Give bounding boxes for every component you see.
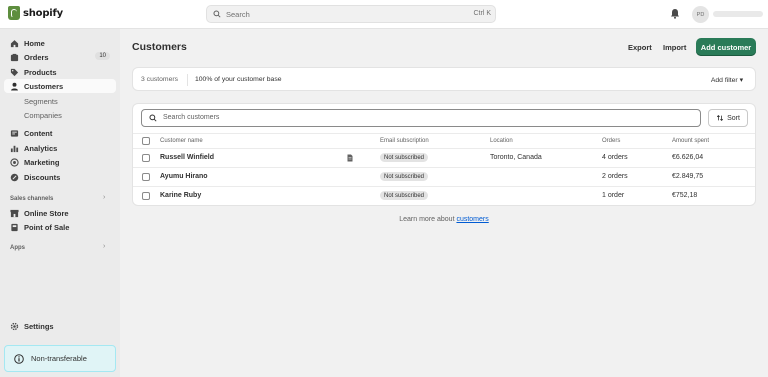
orders-icon	[10, 53, 19, 61]
apps-heading: Apps	[10, 245, 25, 251]
row-checkbox[interactable]	[142, 173, 150, 181]
sidebar-item-settings[interactable]: Settings	[4, 319, 116, 333]
customer-name[interactable]: Russell Winfield	[160, 154, 214, 161]
gear-icon	[10, 322, 19, 330]
bell-icon[interactable]	[670, 8, 680, 19]
sidebar-item-label: Marketing	[24, 157, 60, 167]
home-icon	[10, 39, 19, 47]
global-search-input[interactable]: Search Ctrl K	[206, 5, 496, 23]
table-row[interactable]: Russell Winfield Not subscribed Toronto,…	[133, 149, 755, 168]
import-button[interactable]: Import	[663, 43, 686, 52]
search-shortcut: Ctrl K	[473, 10, 492, 17]
discount-icon	[10, 173, 19, 181]
search-icon	[213, 10, 221, 18]
add-filter-label: Add filter	[710, 77, 738, 84]
sidebar-item-companies[interactable]: Companies	[24, 111, 62, 120]
chart-icon	[10, 145, 19, 152]
sidebar-item-analytics[interactable]: Analytics	[4, 141, 116, 155]
row-checkbox[interactable]	[142, 154, 150, 162]
learn-more-text: Learn more about customers	[0, 216, 768, 223]
table-row[interactable]: Karine Ruby Not subscribed 1 order €752,…	[133, 187, 755, 205]
customer-orders: 1 order	[602, 192, 625, 199]
pos-icon	[11, 223, 18, 231]
add-customer-button[interactable]: Add customer	[696, 38, 756, 56]
shopify-logo[interactable]: shopify	[8, 6, 63, 20]
logo-text: shopify	[23, 7, 63, 19]
customer-amount-spent: €752,18	[672, 192, 698, 199]
column-header[interactable]: Orders	[602, 138, 620, 144]
shopify-bag-icon	[8, 6, 20, 20]
tag-icon	[10, 68, 19, 76]
divider	[187, 74, 188, 86]
orders-count-badge: 10	[95, 52, 110, 60]
non-transferable-banner[interactable]: Non-transferable	[4, 345, 116, 372]
sidebar-item-products[interactable]: Products	[4, 65, 116, 79]
page-title: Customers	[132, 41, 187, 53]
sidebar-item-label: Settings	[24, 321, 54, 331]
customer-location: Toronto, Canada	[490, 154, 542, 161]
column-header[interactable]: Location	[490, 138, 513, 144]
info-icon	[14, 353, 24, 364]
learn-more-link[interactable]: customers	[456, 216, 488, 223]
sidebar-item-label: Point of Sale	[24, 222, 70, 232]
sidebar-item-label: Products	[24, 67, 57, 77]
sidebar-item-home[interactable]: Home	[4, 36, 116, 50]
non-transferable-label: Non-transferable	[31, 354, 87, 363]
column-header[interactable]: Customer name	[160, 138, 203, 144]
sidebar-item-label: Content	[24, 128, 53, 138]
sidebar-item-orders[interactable]: Orders 10	[4, 50, 116, 64]
customer-orders: 2 orders	[602, 173, 628, 180]
sort-icon	[716, 115, 724, 121]
customer-orders: 4 orders	[602, 154, 628, 161]
sidebar-item-label: Home	[24, 38, 45, 48]
target-icon	[10, 157, 19, 167]
column-header[interactable]: Amount spent	[672, 138, 709, 144]
search-placeholder: Search	[226, 10, 250, 19]
add-filter-button[interactable]: Add filter ▾	[711, 76, 743, 84]
customer-name[interactable]: Ayumu Hirano	[160, 173, 208, 180]
customer-amount-spent: €6.626,04	[672, 154, 704, 161]
top-bar: shopify Search Ctrl K PD	[0, 0, 768, 29]
sidebar-item-marketing[interactable]: Marketing	[4, 155, 116, 169]
sidebar-item-label: Orders	[24, 52, 49, 62]
table-row[interactable]: Ayumu Hirano Not subscribed 2 orders €2.…	[133, 168, 755, 187]
sidebar: Home Orders 10 Products Customers Segmen…	[0, 29, 120, 377]
note-icon	[347, 154, 353, 162]
sidebar-item-label: Analytics	[24, 143, 58, 153]
subscription-badge: Not subscribed	[380, 172, 429, 181]
export-button[interactable]: Export	[628, 43, 652, 52]
row-checkbox[interactable]	[142, 192, 150, 200]
customers-table-card: Search customers Sort Customer name Emai…	[132, 103, 756, 206]
content-icon	[10, 129, 19, 137]
store-name-placeholder[interactable]	[713, 11, 763, 17]
column-header[interactable]: Email subscription	[380, 138, 429, 144]
avatar[interactable]: PD	[692, 6, 709, 23]
customer-count: 3 customers	[141, 76, 179, 83]
sidebar-item-label: Discounts	[24, 172, 61, 182]
sidebar-item-content[interactable]: Content	[4, 126, 116, 140]
sidebar-item-segments[interactable]: Segments	[24, 97, 58, 106]
chevron-right-icon[interactable]: ›	[103, 194, 105, 201]
customer-base-share: 100% of your customer base	[195, 76, 282, 83]
customer-amount-spent: €2.849,75	[672, 173, 704, 180]
sidebar-item-discounts[interactable]: Discounts	[4, 170, 116, 184]
table-header: Customer name Email subscription Locatio…	[133, 133, 755, 149]
subscription-badge: Not subscribed	[380, 191, 429, 200]
sort-label: Sort	[727, 114, 740, 122]
customer-stats-bar: 3 customers 100% of your customer base A…	[132, 67, 756, 91]
search-icon	[149, 114, 157, 122]
subscription-badge: Not subscribed	[380, 153, 429, 162]
caret-down-icon: ▾	[739, 77, 743, 84]
customer-name[interactable]: Karine Ruby	[160, 192, 201, 199]
person-icon	[11, 82, 18, 91]
sidebar-item-label: Customers	[24, 81, 64, 91]
sidebar-item-customers[interactable]: Customers	[4, 79, 116, 93]
sales-channels-heading: Sales channels	[10, 196, 54, 202]
select-all-checkbox[interactable]	[142, 137, 150, 145]
customer-search-placeholder: Search customers	[163, 114, 220, 121]
learn-more-prefix: Learn more about	[399, 216, 457, 223]
chevron-right-icon[interactable]: ›	[103, 243, 105, 250]
sort-button[interactable]: Sort	[708, 109, 748, 127]
customer-search-input[interactable]: Search customers	[141, 109, 701, 127]
